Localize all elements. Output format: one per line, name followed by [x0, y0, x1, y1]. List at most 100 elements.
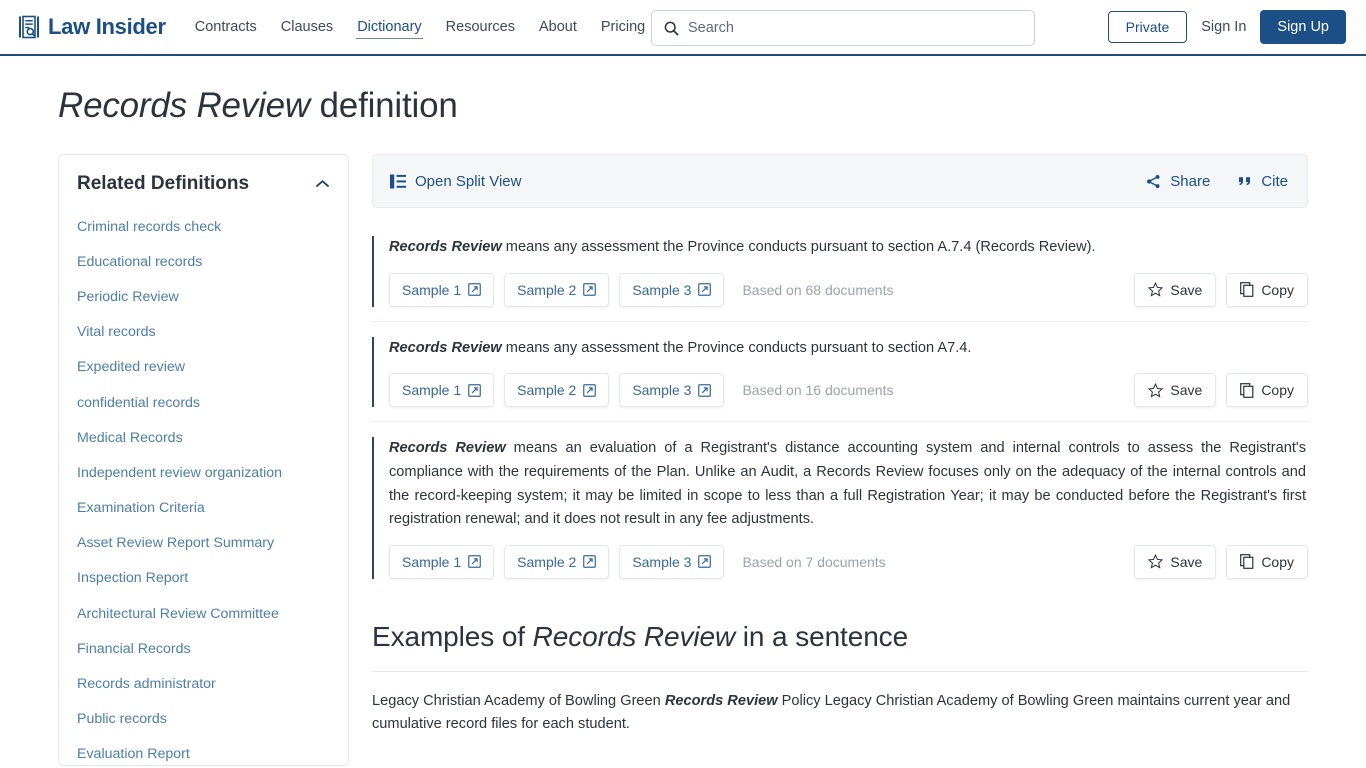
page-title: Records Review definition [0, 56, 1366, 126]
nav-item-clauses[interactable]: Clauses [280, 16, 334, 38]
sample-3-button[interactable]: Sample 3 [619, 544, 725, 579]
main-nav: Contracts Clauses Dictionary Resources A… [194, 16, 646, 39]
sidebar-item-asset-review-report-summary[interactable]: Asset Review Report Summary [77, 526, 330, 561]
external-link-icon [698, 383, 712, 397]
sample-1-button[interactable]: Sample 1 [389, 272, 495, 307]
sidebar-item-architectural-review-committee[interactable]: Architectural Review Committee [77, 596, 330, 631]
sign-up-button[interactable]: Sign Up [1260, 10, 1346, 44]
save-button[interactable]: Save [1134, 272, 1217, 307]
sample-1-button[interactable]: Sample 1 [389, 544, 495, 579]
save-copy-actions: Save Copy [1134, 373, 1308, 408]
chevron-up-icon[interactable] [315, 179, 330, 189]
external-link-icon [468, 555, 482, 569]
copy-button[interactable]: Copy [1226, 544, 1308, 579]
definition-text: Records Review means any assessment the … [389, 337, 1308, 361]
sample-label: Sample 1 [402, 281, 462, 298]
external-link-icon [583, 383, 597, 397]
save-button[interactable]: Save [1134, 544, 1217, 579]
sidebar-item-inspection-report[interactable]: Inspection Report [77, 561, 330, 596]
toolbar-actions: Share Cite [1146, 173, 1288, 190]
sidebar-item-periodic-review[interactable]: Periodic Review [77, 279, 330, 314]
star-icon [1148, 282, 1164, 297]
sidebar-item-independent-review-organization[interactable]: Independent review organization [77, 455, 330, 490]
external-link-icon [698, 555, 712, 569]
nav-item-about[interactable]: About [538, 16, 578, 38]
sign-in-button[interactable]: Sign In [1201, 19, 1246, 35]
save-button[interactable]: Save [1134, 373, 1217, 408]
sidebar-item-examination-criteria[interactable]: Examination Criteria [77, 491, 330, 526]
nav-item-dictionary[interactable]: Dictionary [356, 16, 423, 39]
sample-2-button[interactable]: Sample 2 [504, 544, 610, 579]
sample-label: Sample 3 [632, 281, 692, 298]
save-copy-actions: Save Copy [1134, 544, 1308, 579]
sample-label: Sample 3 [632, 382, 692, 399]
document-search-icon [18, 15, 40, 39]
definition-body: means any assessment the Province conduc… [501, 339, 972, 356]
definition-actions-row: Sample 1 Sample 2 Sample 3 Based on 7 do… [389, 544, 1308, 579]
sidebar-header[interactable]: Related Definitions [77, 173, 330, 209]
sidebar-item-public-records[interactable]: Public records [77, 702, 330, 737]
sample-1-button[interactable]: Sample 1 [389, 373, 495, 408]
definition-actions-row: Sample 1 Sample 2 Sample 3 Based on 16 d… [389, 373, 1308, 408]
save-label: Save [1170, 382, 1203, 399]
sidebar-item-medical-records[interactable]: Medical Records [77, 420, 330, 455]
sidebar-item-records-administrator[interactable]: Records administrator [77, 666, 330, 701]
nav-item-pricing[interactable]: Pricing [600, 16, 646, 38]
examples-section: Examples of Records Review in a sentence… [372, 621, 1308, 737]
divider [372, 421, 1308, 423]
page-title-suffix: definition [310, 86, 458, 125]
sidebar-item-expedited-review[interactable]: Expedited review [77, 350, 330, 385]
main-content: Open Split View Share Cite Records Revie… [372, 154, 1308, 766]
sidebar-item-evaluation-report[interactable]: Evaluation Report [77, 737, 330, 765]
sample-label: Sample 3 [632, 553, 692, 570]
example-term: Records Review [664, 692, 778, 709]
sample-label: Sample 1 [402, 553, 462, 570]
share-button[interactable]: Share [1146, 173, 1210, 190]
copy-label: Copy [1261, 382, 1294, 399]
star-icon [1148, 554, 1164, 569]
sample-label: Sample 2 [517, 281, 577, 298]
quote-icon [1238, 174, 1252, 188]
external-link-icon [468, 283, 482, 297]
definition-block: Records Review means an evaluation of a … [372, 437, 1308, 579]
related-definitions-sidebar: Related Definitions Criminal records che… [58, 154, 349, 766]
sidebar-item-confidential-records[interactable]: confidential records [77, 385, 330, 420]
page-title-term: Records Review [58, 86, 311, 125]
sample-2-button[interactable]: Sample 2 [504, 373, 610, 408]
sidebar-item-criminal-records-check[interactable]: Criminal records check [77, 209, 330, 244]
example-entry: Legacy Christian Academy of Bowling Gree… [372, 672, 1308, 737]
private-button[interactable]: Private [1107, 11, 1188, 43]
nav-item-contracts[interactable]: Contracts [194, 16, 258, 38]
cite-label: Cite [1261, 172, 1288, 190]
copy-button[interactable]: Copy [1226, 272, 1308, 307]
search-bar[interactable] [651, 10, 1035, 46]
sample-3-button[interactable]: Sample 3 [619, 272, 725, 307]
save-label: Save [1170, 553, 1203, 570]
divider [372, 320, 1308, 322]
external-link-icon [468, 383, 482, 397]
search-input[interactable] [688, 20, 1022, 36]
sidebar-item-vital-records[interactable]: Vital records [77, 315, 330, 350]
definition-body: means any assessment the Province conduc… [501, 239, 1096, 255]
sidebar-item-financial-records[interactable]: Financial Records [77, 631, 330, 666]
copy-icon [1240, 282, 1254, 298]
document-count: Based on 68 documents [742, 281, 894, 298]
definition-block: Records Review means any assessment the … [372, 236, 1308, 307]
header-actions: Private Sign In Sign Up [1107, 10, 1346, 44]
definition-toolbar: Open Split View Share Cite [372, 154, 1308, 208]
copy-button[interactable]: Copy [1226, 373, 1308, 408]
split-view-icon [390, 174, 406, 189]
example-before: Legacy Christian Academy of Bowling Gree… [372, 692, 665, 709]
nav-item-resources[interactable]: Resources [445, 16, 516, 38]
external-link-icon [698, 283, 712, 297]
definition-block: Records Review means any assessment the … [372, 336, 1308, 408]
examples-title-term: Records Review [532, 620, 736, 652]
brand-logo[interactable]: Law Insider [18, 14, 166, 40]
sample-2-button[interactable]: Sample 2 [504, 272, 610, 307]
share-icon [1146, 174, 1161, 189]
sample-3-button[interactable]: Sample 3 [619, 373, 725, 408]
sidebar-item-educational-records[interactable]: Educational records [77, 244, 330, 279]
open-split-view-button[interactable]: Open Split View [390, 173, 521, 190]
cite-button[interactable]: Cite [1238, 173, 1288, 190]
definition-text: Records Review means an evaluation of a … [389, 437, 1308, 532]
